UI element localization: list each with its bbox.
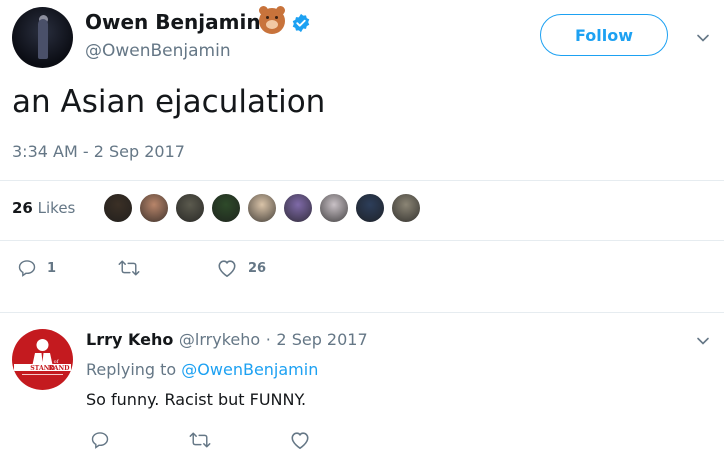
avatar-figure-body (38, 19, 48, 59)
liker-avatar[interactable] (138, 192, 170, 224)
liker-avatar[interactable] (390, 192, 422, 224)
replying-to-line: Replying to @OwenBenjamin (86, 360, 318, 379)
liker-avatar[interactable] (246, 192, 278, 224)
reply-meta-separator: · (265, 330, 271, 349)
heart-icon (218, 260, 236, 277)
reply-options-chevron-icon[interactable] (696, 334, 710, 348)
logo-text-rand: RAND (49, 365, 71, 372)
retweet-action[interactable] (118, 258, 140, 278)
retweet-icon (189, 432, 211, 448)
bear-eye-right (275, 16, 278, 19)
replying-to-prefix: Replying to (86, 360, 177, 379)
reply-count: 1 (47, 260, 57, 276)
liker-avatar[interactable] (102, 192, 134, 224)
tweet-options-chevron-icon[interactable] (696, 31, 710, 45)
divider (0, 180, 724, 181)
reply-reply-action[interactable] (90, 430, 110, 450)
bear-emoji-icon (259, 6, 285, 34)
divider (0, 312, 724, 313)
reply-like-action[interactable] (289, 430, 311, 450)
reply-icon (91, 432, 109, 449)
reply-header: Lrry Keho @lrrykeho · 2 Sep 2017 (86, 330, 368, 349)
likes-label: Likes (37, 199, 76, 217)
stand-and-rand-logo: STAND of RAND (14, 339, 71, 375)
reply-author-handle[interactable]: @lrrykeho (179, 330, 260, 349)
likes-stat[interactable]: 26 Likes (12, 199, 75, 217)
verified-badge-icon (292, 13, 310, 33)
tweet-timestamp[interactable]: 3:34 AM - 2 Sep 2017 (12, 142, 185, 161)
author-avatar[interactable] (12, 7, 73, 68)
author-handle[interactable]: @OwenBenjamin (85, 41, 231, 61)
likes-count: 26 (12, 199, 33, 217)
divider (0, 240, 724, 241)
bear-eye-left (266, 16, 269, 19)
like-action[interactable]: 26 (216, 258, 266, 278)
follow-button[interactable]: Follow (540, 14, 668, 56)
replying-to-link[interactable]: @OwenBenjamin (181, 360, 318, 379)
liker-avatar[interactable] (318, 192, 350, 224)
reply-text: So funny. Racist but FUNNY. (86, 390, 307, 409)
liker-avatar[interactable] (354, 192, 386, 224)
reply-icon (18, 260, 36, 277)
liker-avatar[interactable] (174, 192, 206, 224)
reply-date[interactable]: 2 Sep 2017 (276, 330, 367, 349)
reply-retweet-action[interactable] (189, 430, 211, 450)
liker-avatar[interactable] (282, 192, 314, 224)
tweet-text: an Asian ejaculation (12, 84, 326, 120)
reply-author-avatar[interactable]: STAND of RAND (12, 329, 73, 390)
author-name[interactable]: Owen Benjamin (85, 10, 261, 34)
heart-icon (291, 432, 309, 449)
bear-snout (266, 20, 278, 29)
like-count: 26 (248, 260, 267, 276)
reply-author-name[interactable]: Lrry Keho (86, 330, 173, 349)
retweet-icon (118, 260, 140, 276)
reply-action[interactable]: 1 (17, 258, 56, 278)
liker-avatar[interactable] (210, 192, 242, 224)
